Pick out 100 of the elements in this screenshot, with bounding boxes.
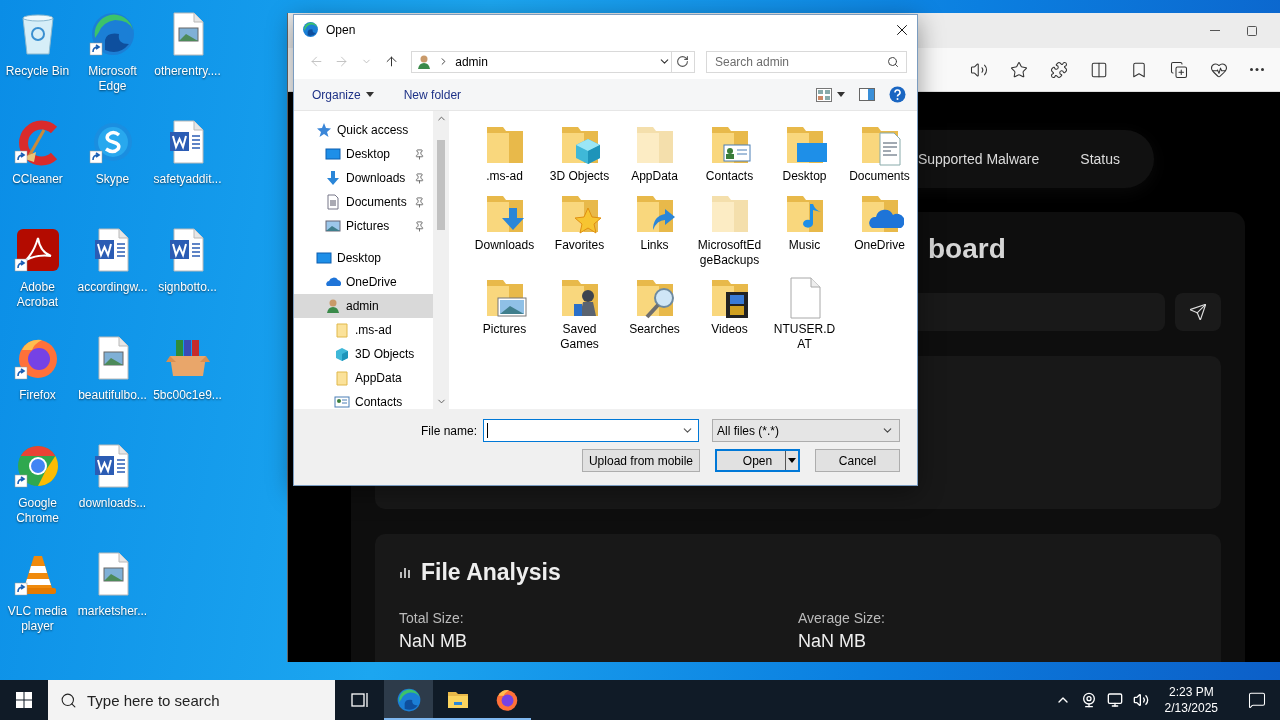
message-icon: [1248, 691, 1266, 709]
nav-item[interactable]: 3D Objects: [294, 342, 433, 366]
file-name-field[interactable]: [483, 419, 699, 442]
speaker-icon: [970, 60, 988, 79]
file-item[interactable]: Links: [617, 190, 692, 268]
favorite-button[interactable]: [1010, 60, 1028, 79]
word-document-icon: [169, 120, 203, 164]
search-field[interactable]: Search admin: [705, 50, 907, 73]
nav-item[interactable]: Contacts: [294, 390, 433, 409]
word-document-icon: [94, 228, 128, 272]
favorites-button[interactable]: [1130, 60, 1148, 79]
dialog-title: Open: [326, 22, 357, 37]
contact-card-icon: [334, 394, 350, 409]
health-button[interactable]: [1210, 60, 1228, 79]
collections-button[interactable]: [1170, 60, 1188, 79]
folder-icon: [334, 322, 350, 338]
swirl-logo-icon: [91, 13, 134, 55]
swirl-logo-icon: [302, 21, 319, 38]
screen-icon: [325, 146, 341, 162]
recycle-bin-icon: [22, 14, 53, 55]
nav-item[interactable]: AppData: [294, 366, 433, 390]
dialog-button[interactable]: Upload from mobile: [581, 449, 700, 472]
maximize-icon: [1247, 25, 1257, 36]
folder-icon: [334, 370, 350, 386]
refresh-button[interactable]: [671, 50, 695, 73]
file-item[interactable]: Downloads: [467, 190, 542, 268]
file-item[interactable]: OneDrive: [842, 190, 917, 268]
scroll-thumb[interactable]: [437, 140, 445, 230]
pdf-logo-icon: [16, 229, 59, 271]
star-icon: [1010, 60, 1028, 79]
file-item[interactable]: Contacts: [692, 121, 767, 184]
dialog-button[interactable]: Cancel: [815, 449, 900, 472]
fox-logo-icon: [18, 339, 57, 378]
dialog-button[interactable]: Open: [715, 449, 800, 472]
more-button[interactable]: [1250, 68, 1264, 71]
bookmark-icon: [1130, 60, 1148, 79]
file-item[interactable]: .ms-ad: [467, 121, 542, 184]
extensions-button[interactable]: [1050, 60, 1068, 79]
view-button[interactable]: [816, 87, 845, 102]
toolbar-button[interactable]: New folder: [403, 87, 462, 102]
file-item[interactable]: AppData: [617, 121, 692, 184]
scrollbar[interactable]: [433, 111, 449, 409]
send-button[interactable]: [1175, 293, 1221, 331]
file-type-select[interactable]: All files (*.*): [712, 419, 900, 442]
file-item[interactable]: MicrosoftEdgeBackups: [692, 190, 767, 268]
refresh-icon: [676, 55, 690, 68]
text-cursor: [487, 423, 488, 438]
star-icon: [316, 122, 332, 138]
document-icon: [325, 194, 341, 210]
send-icon: [1189, 303, 1207, 321]
heart-pulse-icon: [1210, 60, 1228, 79]
user-icon: [325, 298, 341, 314]
webcam-icon[interactable]: [1080, 692, 1097, 708]
nav-item[interactable]: admin: [294, 294, 433, 318]
split-screen-button[interactable]: [1090, 60, 1108, 79]
puzzle-icon: [1050, 60, 1068, 79]
file-item[interactable]: Searches: [617, 274, 692, 352]
read-aloud-button[interactable]: [970, 60, 988, 79]
taskbar-app[interactable]: [384, 680, 433, 720]
stat-label: Average Size:: [798, 610, 886, 626]
nav-item[interactable]: .ms-ad: [294, 318, 433, 342]
download-icon: [325, 170, 341, 186]
nav-item[interactable]: Documents: [294, 190, 433, 214]
network-icon[interactable]: [1106, 692, 1123, 708]
caret-icon: [788, 458, 796, 463]
archive-box-icon: [165, 340, 210, 376]
clock[interactable]: 2:23 PM 2/13/2025: [1158, 684, 1224, 716]
nav-link[interactable]: Status: [1080, 151, 1120, 167]
preview-pane-button[interactable]: [859, 88, 875, 101]
file-item[interactable]: 3D Objects: [542, 121, 617, 184]
file-item[interactable]: Desktop: [767, 121, 842, 184]
minimize-icon: [1210, 30, 1220, 31]
toolbar-button[interactable]: Organize: [312, 87, 374, 102]
image-file-icon: [98, 336, 128, 380]
file-item[interactable]: Favorites: [542, 190, 617, 268]
search-icon: [886, 55, 899, 68]
file-item[interactable]: Videos: [692, 274, 767, 352]
grid-view-icon: [816, 87, 832, 102]
nav-item[interactable]: Quick access: [294, 118, 433, 142]
address-bar[interactable]: admin: [411, 50, 672, 73]
file-item[interactable]: Saved Games: [542, 274, 617, 352]
file-item[interactable]: Documents: [842, 121, 917, 184]
nav-link[interactable]: Supported Malware: [917, 151, 1040, 167]
file-item[interactable]: Pictures: [467, 274, 542, 352]
maximize-button[interactable]: [1247, 25, 1257, 36]
help-button[interactable]: [889, 86, 906, 103]
nav-item[interactable]: Downloads: [294, 166, 433, 190]
nav-item[interactable]: OneDrive: [294, 270, 433, 294]
nav-item[interactable]: Desktop: [294, 142, 433, 166]
screen-icon: [316, 250, 332, 266]
section-title: File Analysis: [421, 558, 561, 586]
nav-item[interactable]: Pictures: [294, 214, 433, 238]
image-file-icon: [98, 552, 128, 596]
page-heading: board: [928, 232, 1006, 266]
speaker-icon[interactable]: [1132, 692, 1149, 708]
file-item[interactable]: NTUSER.DAT: [767, 274, 842, 352]
nav-item[interactable]: Desktop: [294, 246, 433, 270]
taskbar-search-field[interactable]: Type here to search: [48, 680, 335, 720]
file-item[interactable]: Music: [767, 190, 842, 268]
field-label: File name:: [420, 423, 477, 438]
